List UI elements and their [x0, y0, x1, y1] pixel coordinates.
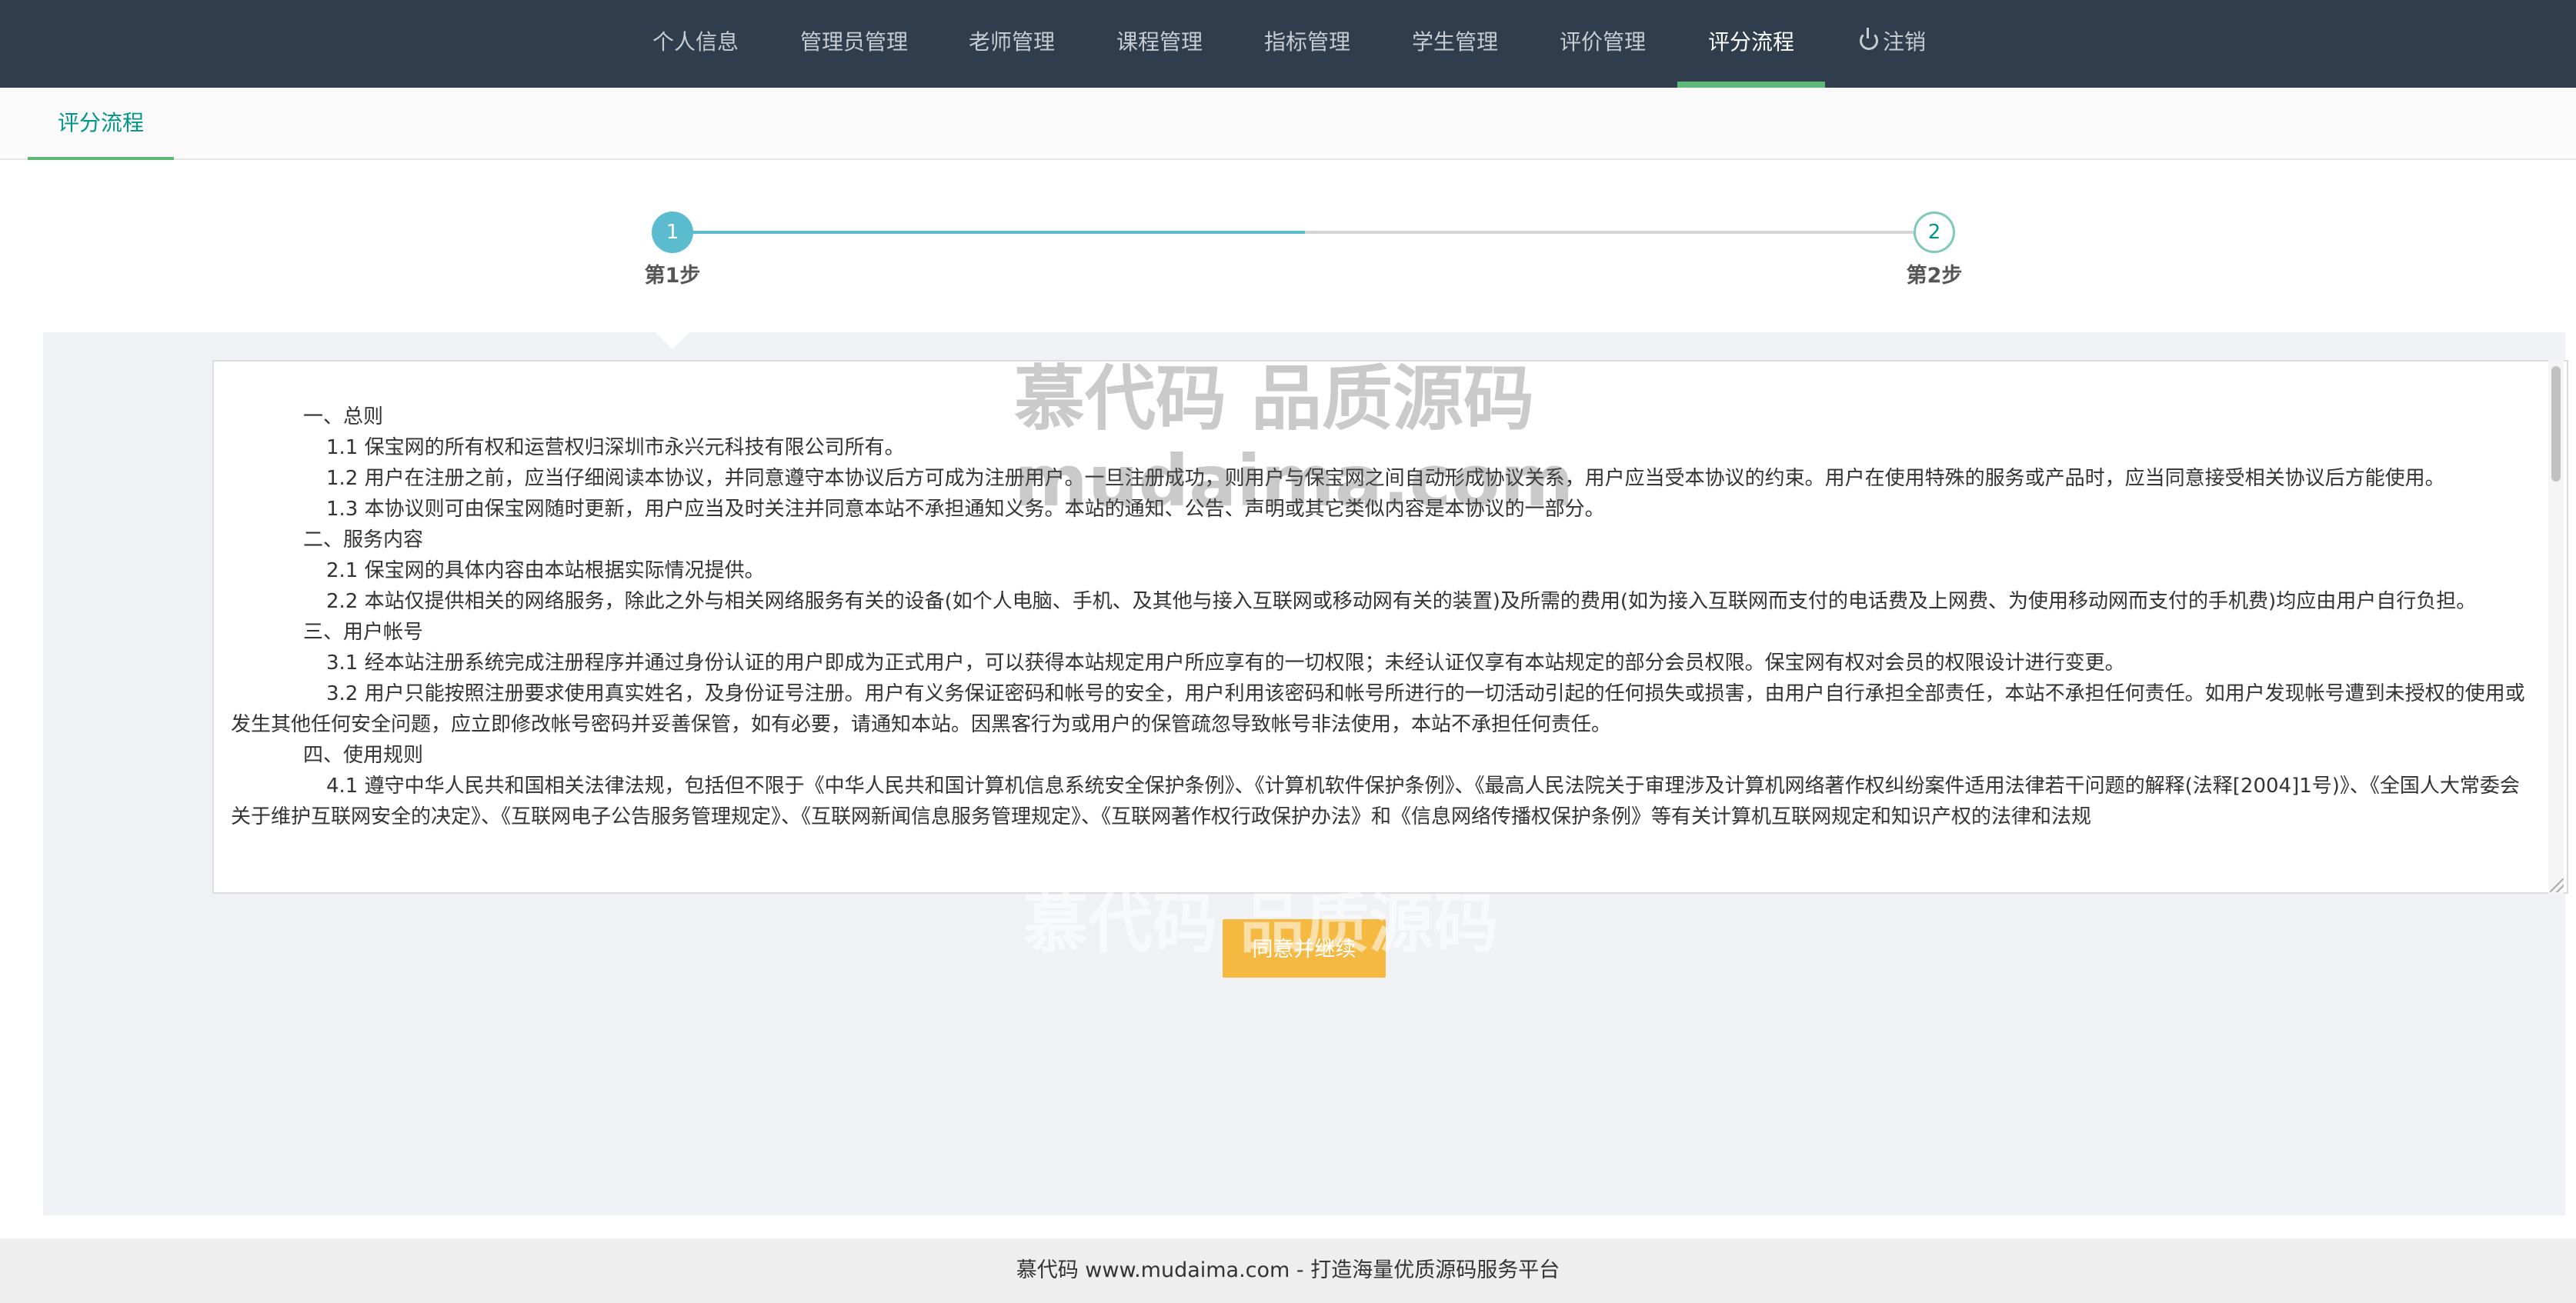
agreement-line: 四、使用规则 — [303, 744, 424, 767]
step-progress-done — [674, 231, 1305, 234]
agreement-line: 2.2 本站仅提供相关的网络服务，除此之外与相关网络服务有关的设备(如个人电脑、… — [326, 590, 2477, 613]
agreement-line: 二、服务内容 — [303, 528, 424, 552]
power-icon — [1859, 28, 1878, 50]
step-1-circle: 1 — [652, 212, 693, 253]
resize-grip-icon[interactable] — [2550, 878, 2564, 892]
agreement-line: 3.1 经本站注册系统完成注册程序并通过身份认证的用户即成为正式用户，可以获得本… — [326, 652, 2125, 675]
agreement-line: 2.1 保宝网的具体内容由本站根据实际情况提供。 — [326, 559, 765, 582]
step-2-circle: 2 — [1914, 212, 1955, 253]
agreement-line: 1.2 用户在注册之前，应当仔细阅读本协议，并同意遵守本协议后方可成为注册用户。… — [326, 467, 2445, 490]
tab-bar: 评分流程 — [0, 88, 2576, 160]
nav-item-admin-management[interactable]: 管理员管理 — [792, 0, 916, 88]
agree-continue-button[interactable]: 同意并继续 — [1223, 919, 1386, 978]
agreement-line: 三、用户帐号 — [303, 621, 424, 644]
footer-text: 慕代码 www.mudaima.com - 打造海量优质源码服务平台 — [1016, 1258, 1560, 1282]
content-panel: 1 2 第1步 第2步 一、总则 1.1 保宝网的所有权和运营权归深圳市永兴元科… — [43, 178, 2568, 1215]
step-2-label: 第2步 — [1906, 264, 1963, 288]
nav-item-indicator-management[interactable]: 指标管理 — [1250, 0, 1365, 88]
nav-item-logout[interactable]: 注销 — [1847, 0, 1939, 88]
scrollbar-thumb[interactable] — [2551, 366, 2561, 482]
nav-item-profile[interactable]: 个人信息 — [639, 0, 752, 88]
tab-scoring-process[interactable]: 评分流程 — [28, 88, 174, 160]
agreement-line: 4.1 遵守中华人民共和国相关法律法规，包括但不限于《中华人民共和国计算机信息系… — [231, 775, 2520, 828]
nav-item-scoring-process[interactable]: 评分流程 — [1677, 0, 1825, 88]
footer: 慕代码 www.mudaima.com - 打造海量优质源码服务平台 — [0, 1238, 2576, 1303]
nav-item-evaluation-management[interactable]: 评价管理 — [1545, 0, 1660, 88]
nav-item-student-management[interactable]: 学生管理 — [1397, 0, 1513, 88]
agreement-line: 一、总则 — [303, 405, 384, 428]
agreement-line: 3.2 用户只能按照注册要求使用真实姓名，及身份证号注册。用户有义务保证密码和帐… — [231, 682, 2525, 736]
agreement-scrollbar[interactable] — [2548, 360, 2564, 894]
agreement-textarea[interactable]: 一、总则 1.1 保宝网的所有权和运营权归深圳市永兴元科技有限公司所有。 1.2… — [212, 360, 2568, 894]
agreement-line: 1.1 保宝网的所有权和运营权归深圳市永兴元科技有限公司所有。 — [326, 436, 905, 459]
agreement-line: 1.3 本协议则可由保宝网随时更新，用户应当及时关注并同意本站不承担通知义务。本… — [326, 498, 1605, 521]
top-nav: 个人信息 管理员管理 老师管理 课程管理 指标管理 学生管理 评价管理 评分流程… — [0, 0, 2576, 88]
step-progress-todo — [1305, 231, 1936, 234]
nav-item-teacher-management[interactable]: 老师管理 — [954, 0, 1069, 88]
step-1-label: 第1步 — [644, 264, 701, 288]
steps-bar: 1 2 第1步 第2步 — [43, 178, 2565, 332]
nav-item-logout-label: 注销 — [1882, 29, 1926, 55]
step-pointer — [654, 331, 691, 349]
nav-item-course-management[interactable]: 课程管理 — [1102, 0, 1217, 88]
